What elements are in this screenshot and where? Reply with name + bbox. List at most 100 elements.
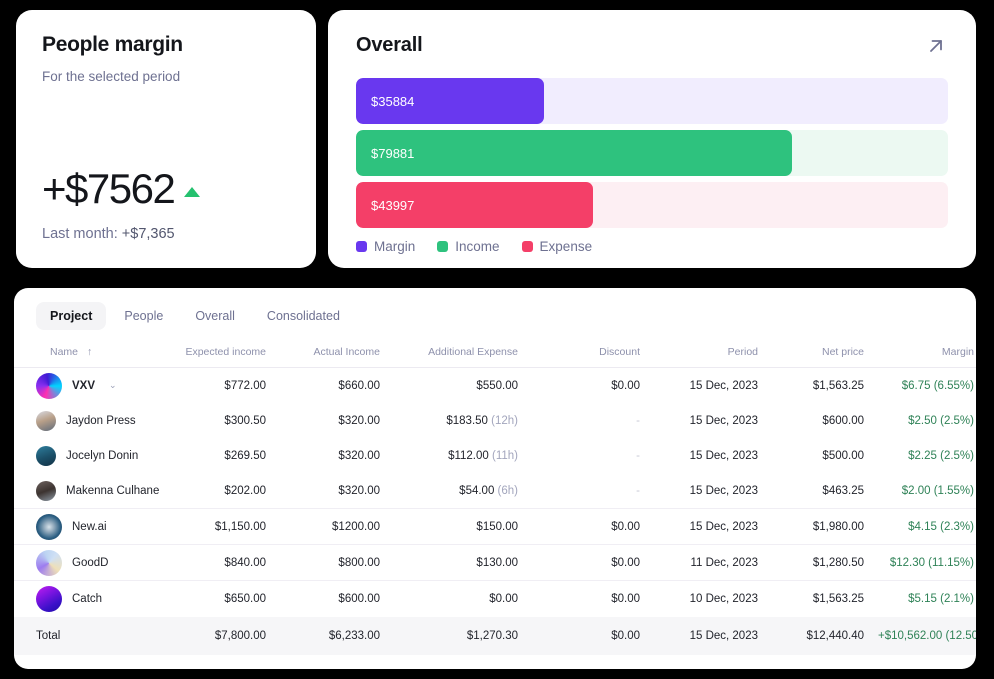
- cell-expected-income: $650.00: [174, 580, 286, 617]
- project-goodd-avatar: [36, 549, 62, 576]
- legend-swatch-margin: [356, 241, 367, 252]
- app-root: People margin For the selected period +$…: [0, 0, 994, 679]
- cell-actual-income: $320.00: [338, 415, 380, 427]
- project-catch-avatar: [36, 585, 62, 612]
- cell-actual-income: $600.00: [286, 580, 398, 617]
- cell-additional-expense: $112.00 (11h): [448, 450, 518, 462]
- bar-fill-income[interactable]: $79881: [356, 130, 792, 176]
- cell-period: 11 Dec, 2023: [658, 544, 768, 581]
- cell-total-actual-income: $6,233.00: [286, 616, 398, 655]
- legend-item-margin[interactable]: Margin: [356, 239, 415, 254]
- cell-margin: $5.15 (2.1%): [878, 580, 976, 617]
- overall-chart-legend: Margin Income Expense: [356, 239, 948, 254]
- cell-margin: $4.15 (2.3%): [878, 508, 976, 545]
- column-header-net-price[interactable]: Net price: [768, 330, 878, 368]
- table-body: VXV ⌄ $772.00 $660.00 $550.00 $0.00 15 Dec, 20…: [14, 368, 976, 655]
- cell-actual-income: $320.00: [338, 450, 380, 462]
- table-row[interactable]: Makenna Culhane $202.00 $320.00 $54.00 (6h)…: [14, 474, 976, 509]
- legend-item-income[interactable]: Income: [437, 239, 500, 254]
- cell-additional-expense: $183.50 (12h): [446, 415, 518, 427]
- bar-track-margin: $35884: [356, 78, 948, 124]
- cell-name: New.ai: [14, 508, 174, 545]
- legend-item-expense[interactable]: Expense: [521, 239, 592, 254]
- cell-additional-hours: (6h): [497, 484, 518, 497]
- table-row[interactable]: Jaydon Press $300.50 $320.00 $183.50 (12h) -…: [14, 404, 976, 439]
- column-header-discount[interactable]: Discount: [546, 330, 658, 368]
- bar-value-label-expense: $43997: [371, 197, 415, 213]
- row-name-label: Makenna Culhane: [66, 484, 160, 497]
- legend-label-margin: Margin: [374, 239, 416, 254]
- cell-additional-expense: $130.00: [398, 544, 546, 581]
- table-row[interactable]: GoodD $840.00 $800.00 $130.00 $0.00 11 Dec, 2…: [14, 544, 976, 581]
- person-jaydon-avatar: [36, 411, 56, 431]
- column-header-actual-income[interactable]: Actual Income: [286, 330, 398, 368]
- row-name-label: Jaydon Press: [66, 415, 136, 427]
- overall-title: Overall: [356, 34, 423, 56]
- table-row[interactable]: New.ai $1,150.00 $1200.00 $150.00 $0.00 15 De…: [14, 508, 976, 545]
- margin-value: $6.75 (6.55%): [901, 379, 974, 392]
- cell-expected-income: $1,150.00: [174, 508, 286, 545]
- cell-net-price: $1,563.25: [812, 379, 864, 392]
- cell-additional-hours: (12h): [491, 415, 518, 427]
- margin-value: $2.00 (1.55%): [901, 484, 974, 497]
- cell-expected-income: $300.50: [224, 415, 266, 427]
- cell-actual-income: $800.00: [286, 544, 398, 581]
- column-header-expected-income[interactable]: Expected income: [174, 330, 286, 368]
- cell-total-label: Total: [14, 616, 174, 655]
- cell-net-price: $1,280.50: [768, 544, 878, 581]
- cell-discount: $0.00: [611, 379, 640, 392]
- cell-expected-income: $269.50: [224, 450, 266, 462]
- overall-card: Overall $35884 $79881 $43997 Margin Income E…: [328, 10, 976, 268]
- cell-period: 10 Dec, 2023: [658, 580, 768, 617]
- people-margin-title: People margin: [42, 33, 183, 56]
- chevron-down-icon[interactable]: ⌄: [109, 380, 117, 391]
- total-margin-value: +$10,562.00 (12.50%): [878, 629, 976, 642]
- cell-additional-expense: $150.00: [398, 508, 546, 545]
- cell-discount: -: [546, 404, 658, 439]
- bar-fill-expense[interactable]: $43997: [356, 182, 594, 228]
- bar-track-income: $79881: [356, 130, 948, 176]
- cell-margin: $2.50 (2.5%): [878, 404, 976, 439]
- tab-project[interactable]: Project: [36, 302, 107, 330]
- row-name-label: Catch: [72, 592, 103, 605]
- table-header: Name ↑ Expected income Actual Income Add…: [14, 330, 976, 368]
- cell-actual-income: $320.00: [338, 484, 380, 497]
- legend-swatch-expense: [521, 241, 533, 252]
- margin-value: $2.50 (2.5%): [908, 415, 974, 427]
- people-margin-last-month: Last month: +$7,365: [42, 226, 290, 242]
- tab-overall[interactable]: Overall: [181, 302, 249, 330]
- column-header-additional-expense[interactable]: Additional Expense: [398, 330, 546, 368]
- margin-value: $5.15 (2.1%): [908, 592, 974, 605]
- table-row[interactable]: VXV ⌄ $772.00 $660.00 $550.00 $0.00 15 Dec, 20…: [14, 368, 976, 404]
- cell-name: Jaydon Press: [14, 404, 174, 439]
- column-header-margin[interactable]: Margin: [878, 330, 976, 368]
- cell-additional-expense: $54.00 (6h): [459, 484, 518, 497]
- cell-total-additional-expense: $1,270.30: [398, 616, 546, 655]
- cell-discount: -: [546, 474, 658, 509]
- bar-value-label-income: $79881: [371, 145, 415, 161]
- cell-discount-empty: -: [636, 415, 640, 427]
- projects-table-card: Project People Overall Consolidated Name ↑: [14, 288, 976, 669]
- tab-people[interactable]: People: [110, 302, 177, 330]
- overall-bar-chart: $35884 $79881 $43997: [356, 78, 948, 228]
- cell-name: VXV ⌄: [14, 368, 174, 404]
- tab-consolidated[interactable]: Consolidated: [253, 302, 354, 330]
- bar-fill-margin[interactable]: $35884: [356, 78, 545, 124]
- cell-discount-empty: -: [636, 484, 640, 497]
- cell-expected-income: $840.00: [174, 544, 286, 581]
- row-name-label: New.ai: [72, 520, 107, 533]
- row-name-label: GoodD: [72, 556, 109, 569]
- table-row[interactable]: Catch $650.00 $600.00 $0.00 $0.00 10 Dec, 202…: [14, 580, 976, 617]
- cell-additional-hours: (11h): [492, 450, 518, 462]
- people-margin-card: People margin For the selected period +$…: [16, 10, 316, 268]
- table-total-row: Total $7,800.00 $6,233.00 $1,270.30 $0.00 15 …: [14, 616, 976, 655]
- column-header-period[interactable]: Period: [658, 330, 768, 368]
- person-jocelyn-avatar: [36, 446, 56, 466]
- cell-net-price: $1,980.00: [768, 508, 878, 545]
- cell-discount-empty: -: [636, 450, 640, 462]
- table-row[interactable]: Jocelyn Donin $269.50 $320.00 $112.00 (11h)…: [14, 439, 976, 474]
- project-newai-avatar: [36, 513, 62, 540]
- arrow-up-right-icon[interactable]: [924, 34, 948, 58]
- column-header-name[interactable]: Name ↑: [14, 330, 174, 368]
- cell-discount: $0.00: [546, 580, 658, 617]
